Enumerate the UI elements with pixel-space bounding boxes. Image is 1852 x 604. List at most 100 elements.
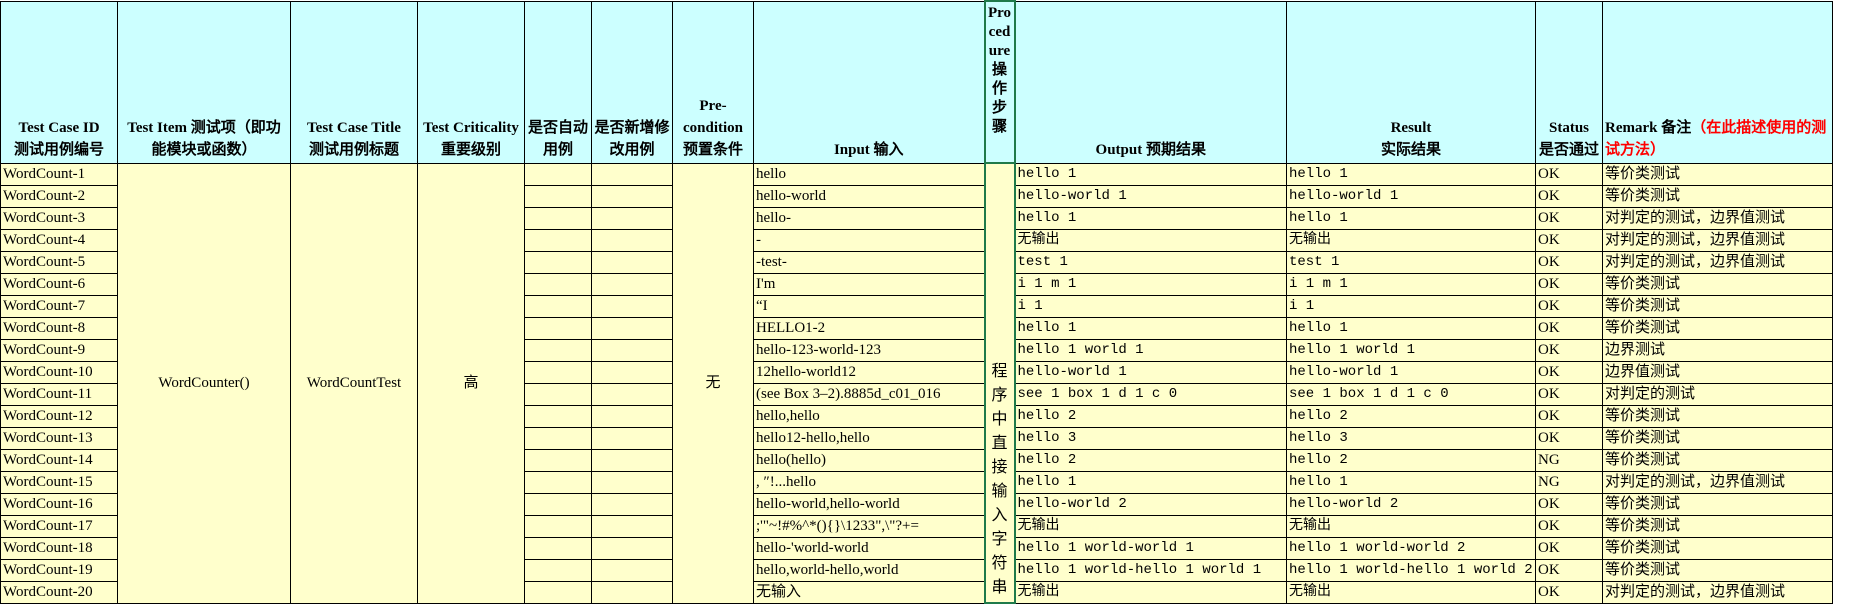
header-automated[interactable]: 是否自动用例	[524, 0, 592, 164]
cell-result[interactable]: i 1 m 1	[1286, 272, 1536, 296]
cell-remark[interactable]: 对判定的测试，边界值测试	[1602, 228, 1833, 252]
cell-test-case-id[interactable]: WordCount-7	[0, 294, 118, 318]
cell-remark[interactable]: 等价类测试	[1602, 514, 1833, 538]
cell-status[interactable]: OK	[1535, 558, 1603, 582]
cell-output[interactable]: hello 1 world-world 1	[1014, 536, 1287, 560]
header-test-item[interactable]: Test Item 测试项（即功能模块或函数）	[117, 0, 291, 164]
cell-output[interactable]: hello 1	[1014, 316, 1287, 340]
cell-input[interactable]: “I	[753, 294, 985, 318]
cell-remark[interactable]: 等价类测试	[1602, 426, 1833, 450]
cell-result[interactable]: hello 1	[1286, 206, 1536, 230]
cell-test-case-id[interactable]: WordCount-4	[0, 228, 118, 252]
cell-automated[interactable]	[524, 162, 592, 186]
cell-automated[interactable]	[524, 448, 592, 472]
cell-automated[interactable]	[524, 338, 592, 362]
cell-status[interactable]: NG	[1535, 448, 1603, 472]
cell-output[interactable]: 无输出	[1014, 514, 1287, 538]
cell-automated[interactable]	[524, 360, 592, 384]
cell-status[interactable]: OK	[1535, 184, 1603, 208]
cell-remark[interactable]: 等价类测试	[1602, 294, 1833, 318]
cell-output[interactable]: hello-world 2	[1014, 492, 1287, 516]
cell-status[interactable]: OK	[1535, 338, 1603, 362]
cell-status[interactable]: OK	[1535, 250, 1603, 274]
cell-output[interactable]: i 1 m 1	[1014, 272, 1287, 296]
cell-output[interactable]: hello 1 world 1	[1014, 338, 1287, 362]
cell-output[interactable]: 无输出	[1014, 580, 1287, 604]
cell-input[interactable]: hello-world	[753, 184, 985, 208]
cell-input[interactable]: I'm	[753, 272, 985, 296]
cell-automated[interactable]	[524, 228, 592, 252]
cell-result[interactable]: test 1	[1286, 250, 1536, 274]
header-output[interactable]: Output 预期结果	[1014, 0, 1287, 164]
cell-status[interactable]: OK	[1535, 360, 1603, 384]
cell-automated[interactable]	[524, 470, 592, 494]
cell-modified[interactable]	[591, 492, 673, 516]
cell-remark[interactable]: 等价类测试	[1602, 404, 1833, 428]
cell-modified[interactable]	[591, 316, 673, 340]
cell-test-case-id[interactable]: WordCount-3	[0, 206, 118, 230]
cell-modified[interactable]	[591, 448, 673, 472]
cell-automated[interactable]	[524, 272, 592, 296]
cell-result[interactable]: hello 2	[1286, 404, 1536, 428]
cell-test-case-id[interactable]: WordCount-18	[0, 536, 118, 560]
header-result[interactable]: Result 实际结果	[1286, 0, 1536, 164]
cell-modified[interactable]	[591, 404, 673, 428]
cell-automated[interactable]	[524, 580, 592, 604]
cell-status[interactable]: OK	[1535, 294, 1603, 318]
cell-input[interactable]: hello,hello	[753, 404, 985, 428]
cell-test-case-id[interactable]: WordCount-12	[0, 404, 118, 428]
cell-modified[interactable]	[591, 382, 673, 406]
cell-automated[interactable]	[524, 426, 592, 450]
cell-modified[interactable]	[591, 470, 673, 494]
cell-test-case-id[interactable]: WordCount-20	[0, 580, 118, 604]
cell-result[interactable]: hello 1 world-world 2	[1286, 536, 1536, 560]
cell-output[interactable]: hello 1	[1014, 162, 1287, 186]
cell-procedure[interactable]: 程序中直接输入字符串	[983, 162, 1016, 604]
cell-modified[interactable]	[591, 580, 673, 604]
cell-test-case-id[interactable]: WordCount-15	[0, 470, 118, 494]
cell-input[interactable]: hello(hello)	[753, 448, 985, 472]
cell-result[interactable]: hello-world 1	[1286, 360, 1536, 384]
cell-result[interactable]: 无输出	[1286, 580, 1536, 604]
cell-input[interactable]: hello	[753, 162, 985, 186]
cell-automated[interactable]	[524, 206, 592, 230]
cell-result[interactable]: 无输出	[1286, 514, 1536, 538]
cell-input[interactable]: hello-	[753, 206, 985, 230]
cell-modified[interactable]	[591, 250, 673, 274]
cell-remark[interactable]: 等价类测试	[1602, 272, 1833, 296]
cell-test-case-title[interactable]: WordCountTest	[290, 162, 418, 604]
cell-result[interactable]: hello 1	[1286, 162, 1536, 186]
cell-test-case-id[interactable]: WordCount-6	[0, 272, 118, 296]
header-criticality[interactable]: Test Criticality 重要级别	[417, 0, 525, 164]
cell-output[interactable]: hello 2	[1014, 404, 1287, 428]
cell-output[interactable]: test 1	[1014, 250, 1287, 274]
cell-modified[interactable]	[591, 360, 673, 384]
cell-automated[interactable]	[524, 294, 592, 318]
cell-result[interactable]: hello 1 world 1	[1286, 338, 1536, 362]
cell-remark[interactable]: 边界值测试	[1602, 360, 1833, 384]
cell-remark[interactable]: 对判定的测试，边界值测试	[1602, 206, 1833, 230]
cell-result[interactable]: hello 1 world-hello 1 world 2	[1286, 558, 1536, 582]
cell-remark[interactable]: 等价类测试	[1602, 558, 1833, 582]
cell-modified[interactable]	[591, 514, 673, 538]
cell-input[interactable]: hello12-hello,hello	[753, 426, 985, 450]
cell-status[interactable]: OK	[1535, 514, 1603, 538]
cell-input[interactable]: 无输入	[753, 580, 985, 604]
cell-test-case-id[interactable]: WordCount-19	[0, 558, 118, 582]
cell-result[interactable]: hello-world 1	[1286, 184, 1536, 208]
cell-input[interactable]: hello,world-hello,world	[753, 558, 985, 582]
cell-remark[interactable]: 等价类测试	[1602, 316, 1833, 340]
cell-modified[interactable]	[591, 558, 673, 582]
cell-automated[interactable]	[524, 558, 592, 582]
cell-result[interactable]: hello 2	[1286, 448, 1536, 472]
cell-output[interactable]: hello-world 1	[1014, 360, 1287, 384]
cell-status[interactable]: OK	[1535, 272, 1603, 296]
cell-status[interactable]: OK	[1535, 536, 1603, 560]
cell-test-item[interactable]: WordCounter()	[117, 162, 291, 604]
cell-test-case-id[interactable]: WordCount-10	[0, 360, 118, 384]
cell-result[interactable]: see 1 box 1 d 1 c 0	[1286, 382, 1536, 406]
cell-test-case-id[interactable]: WordCount-8	[0, 316, 118, 340]
cell-remark[interactable]: 对判定的测试，边界值测试	[1602, 580, 1833, 604]
cell-criticality[interactable]: 高	[417, 162, 525, 604]
cell-input[interactable]: hello-123-world-123	[753, 338, 985, 362]
